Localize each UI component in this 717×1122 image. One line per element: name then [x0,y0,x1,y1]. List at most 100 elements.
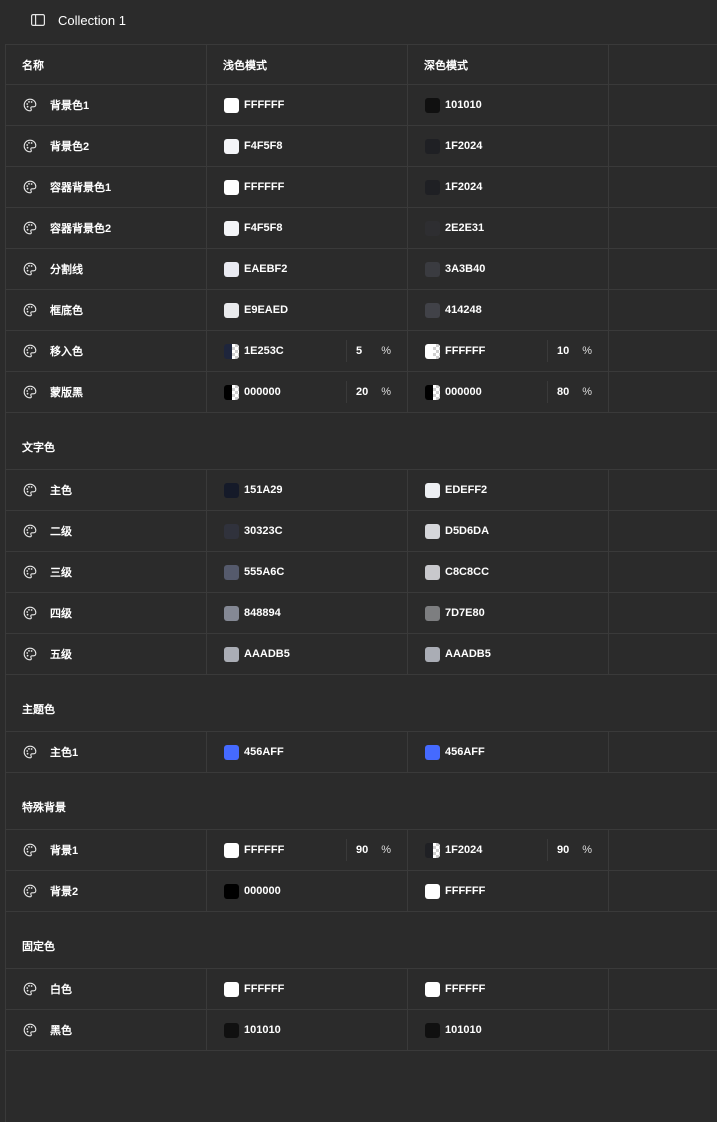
light-value-cell[interactable]: 848894 [207,593,408,633]
color-swatch[interactable] [224,220,239,236]
dark-value-cell[interactable]: AAADB5 [408,634,609,674]
hex-value[interactable]: 2E2E31 [445,222,484,234]
hex-value[interactable]: 1F2024 [445,181,482,193]
dark-value-cell[interactable]: 2E2E31 [408,208,609,248]
color-swatch[interactable] [224,605,239,621]
color-swatch[interactable] [224,1022,239,1038]
table-row[interactable]: 分割线 EAEBF2 3A3B40 [6,249,717,290]
hex-value[interactable]: 000000 [445,386,482,398]
table-row[interactable]: 背景色1 FFFFFF 101010 [6,85,717,126]
table-row[interactable]: 蒙版黑 000000 20% 000000 80% [6,372,717,413]
hex-value[interactable]: 3A3B40 [445,263,485,275]
hex-value[interactable]: AAADB5 [244,648,290,660]
dark-value-cell[interactable]: FFFFFF [408,871,609,911]
name-cell[interactable]: 移入色 [6,331,207,371]
hex-value[interactable]: FFFFFF [244,181,284,193]
light-value-cell[interactable]: AAADB5 [207,634,408,674]
dark-value-cell[interactable]: FFFFFF 10% [408,331,609,371]
color-swatch[interactable] [425,482,440,498]
name-cell[interactable]: 三级 [6,552,207,592]
light-value-cell[interactable]: FFFFFF [207,167,408,207]
light-value-cell[interactable]: F4F5F8 [207,126,408,166]
light-value-cell[interactable]: FFFFFF [207,85,408,125]
name-cell[interactable]: 四级 [6,593,207,633]
light-value-cell[interactable]: 456AFF [207,732,408,772]
hex-value[interactable]: 000000 [244,885,281,897]
light-value-cell[interactable]: FFFFFF 90% [207,830,408,870]
color-swatch[interactable] [425,302,440,318]
hex-value[interactable]: E9EAED [244,304,288,316]
opacity-field[interactable]: 10% [547,340,608,362]
light-value-cell[interactable]: 1E253C 5% [207,331,408,371]
color-swatch[interactable] [425,744,440,760]
name-cell[interactable]: 黑色 [6,1010,207,1050]
color-swatch[interactable] [425,1022,440,1038]
hex-value[interactable]: F4F5F8 [244,140,283,152]
hex-value[interactable]: 555A6C [244,566,284,578]
dark-value-cell[interactable]: FFFFFF [408,969,609,1009]
hex-value[interactable]: FFFFFF [244,983,284,995]
color-swatch[interactable] [425,564,440,580]
color-swatch[interactable] [224,981,239,997]
color-swatch[interactable] [224,138,239,154]
table-row[interactable]: 四级 848894 7D7E80 [6,593,717,634]
color-swatch[interactable] [224,384,239,400]
opacity-value[interactable]: 20 [356,386,368,398]
color-swatch[interactable] [224,97,239,113]
dark-value-cell[interactable]: 101010 [408,85,609,125]
hex-value[interactable]: 414248 [445,304,482,316]
light-value-cell[interactable]: 101010 [207,1010,408,1050]
name-cell[interactable]: 蒙版黑 [6,372,207,412]
color-swatch[interactable] [425,261,440,277]
hex-value[interactable]: 101010 [445,99,482,111]
opacity-value[interactable]: 90 [557,844,569,856]
hex-value[interactable]: FFFFFF [244,99,284,111]
light-value-cell[interactable]: E9EAED [207,290,408,330]
hex-value[interactable]: EDEFF2 [445,484,487,496]
dark-value-cell[interactable]: 101010 [408,1010,609,1050]
color-swatch[interactable] [224,482,239,498]
hex-value[interactable]: 456AFF [445,746,485,758]
table-row[interactable]: 容器背景色2 F4F5F8 2E2E31 [6,208,717,249]
light-value-cell[interactable]: 000000 20% [207,372,408,412]
hex-value[interactable]: 101010 [445,1024,482,1036]
color-swatch[interactable] [425,523,440,539]
opacity-value[interactable]: 90 [356,844,368,856]
dark-value-cell[interactable]: 000000 80% [408,372,609,412]
table-row[interactable]: 二级 30323C D5D6DA [6,511,717,552]
opacity-field[interactable]: 5% [346,340,407,362]
color-swatch[interactable] [224,883,239,899]
color-swatch[interactable] [425,97,440,113]
color-swatch[interactable] [425,138,440,154]
hex-value[interactable]: 30323C [244,525,283,537]
name-cell[interactable]: 框底色 [6,290,207,330]
color-swatch[interactable] [425,343,440,359]
table-row[interactable]: 黑色 101010 101010 [6,1010,717,1051]
opacity-field[interactable]: 20% [346,381,407,403]
table-row[interactable]: 五级 AAADB5 AAADB5 [6,634,717,675]
sidebar-toggle-icon[interactable] [31,14,46,29]
color-swatch[interactable] [224,842,239,858]
hex-value[interactable]: FFFFFF [445,345,485,357]
opacity-value[interactable]: 5 [356,345,362,357]
color-swatch[interactable] [224,302,239,318]
color-swatch[interactable] [224,343,239,359]
hex-value[interactable]: FFFFFF [445,885,485,897]
table-row[interactable]: 框底色 E9EAED 414248 [6,290,717,331]
color-swatch[interactable] [224,744,239,760]
name-cell[interactable]: 背景色1 [6,85,207,125]
name-cell[interactable]: 容器背景色1 [6,167,207,207]
hex-value[interactable]: 1E253C [244,345,284,357]
table-row[interactable]: 背景2 000000 FFFFFF [6,871,717,912]
name-cell[interactable]: 背景1 [6,830,207,870]
opacity-field[interactable]: 90% [547,839,608,861]
hex-value[interactable]: 1F2024 [445,844,482,856]
hex-value[interactable]: 1F2024 [445,140,482,152]
opacity-field[interactable]: 90% [346,839,407,861]
name-cell[interactable]: 主色 [6,470,207,510]
light-value-cell[interactable]: 30323C [207,511,408,551]
light-value-cell[interactable]: 000000 [207,871,408,911]
hex-value[interactable]: AAADB5 [445,648,491,660]
name-cell[interactable]: 背景色2 [6,126,207,166]
table-row[interactable]: 三级 555A6C C8C8CC [6,552,717,593]
